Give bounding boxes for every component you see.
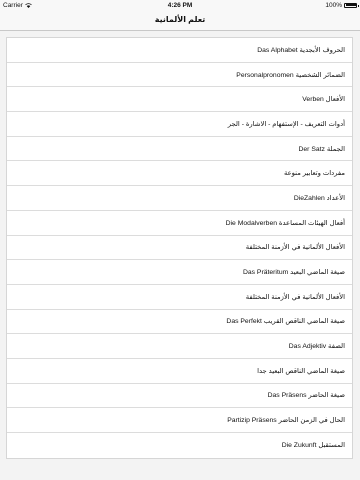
lesson-label: صيغة الماضي البعيد Das Präteritum xyxy=(242,269,345,277)
lesson-label: صيغة الماضي الناقص البعيد جدا xyxy=(257,367,345,375)
lesson-label: أفعال الهيئات المساعدة Die Modalverben xyxy=(225,219,345,227)
lesson-list: الحروف الأبجدية Das Alphabet الضمائر الشخ… xyxy=(6,37,353,459)
lesson-label: صيغة الماضي الناقص القريب Das Perfekt xyxy=(226,318,345,326)
lesson-label: الضمائر الشخصية Personalpronomen xyxy=(236,71,345,79)
lesson-row[interactable]: صيغة الماضي الناقص البعيد جدا xyxy=(7,359,352,384)
battery-percent: 100% xyxy=(325,1,342,9)
lesson-label: المستقبل Die Zukunft xyxy=(281,442,345,450)
lesson-row[interactable]: الصفة Das Adjektiv xyxy=(7,334,352,359)
lesson-label: أدوات التعريف - الإستفهام - الاشارة - ال… xyxy=(227,120,345,128)
lesson-label: الأفعال الألمانية في الأزمنة المختلفة xyxy=(245,244,345,252)
lesson-label: الأعداد DieZahlen xyxy=(293,194,345,202)
app-screen: Carrier 4:26 PM 100% تعلم الألمانية الحر… xyxy=(0,0,360,480)
page-title: تعلم الألمانية xyxy=(154,15,206,24)
lesson-row[interactable]: صيغة الماضي البعيد Das Präteritum xyxy=(7,260,352,285)
navigation-bar: تعلم الألمانية xyxy=(0,11,360,31)
status-right: 100% xyxy=(325,1,359,9)
lesson-row[interactable]: أدوات التعريف - الإستفهام - الاشارة - ال… xyxy=(7,112,352,137)
lesson-label: الحال في الزمن الحاضر Partizip Präsens xyxy=(227,417,345,425)
lesson-label: الأفعال Verben xyxy=(302,96,345,104)
status-bar: Carrier 4:26 PM 100% xyxy=(0,0,360,11)
lesson-row[interactable]: الضمائر الشخصية Personalpronomen xyxy=(7,63,352,88)
lesson-row[interactable]: صيغة الحاضر Das Präsens xyxy=(7,384,352,409)
lesson-row[interactable]: الأفعال الألمانية في الأزمنة المختلفة xyxy=(7,285,352,310)
lesson-row[interactable]: الحروف الأبجدية Das Alphabet xyxy=(7,38,352,63)
lesson-label: صيغة الحاضر Das Präsens xyxy=(267,392,345,400)
lesson-row[interactable]: الحال في الزمن الحاضر Partizip Präsens xyxy=(7,408,352,433)
lesson-label: الحروف الأبجدية Das Alphabet xyxy=(257,46,345,54)
status-time: 4:26 PM xyxy=(167,1,193,9)
lesson-row[interactable]: المستقبل Die Zukunft xyxy=(7,433,352,458)
lesson-row[interactable]: الأعداد DieZahlen xyxy=(7,186,352,211)
lesson-label: مفردات وتعابير منوعة xyxy=(283,170,345,178)
lesson-row[interactable]: صيغة الماضي الناقص القريب Das Perfekt xyxy=(7,310,352,335)
lesson-row[interactable]: الأفعال الألمانية في الأزمنة المختلفة xyxy=(7,236,352,261)
lesson-row[interactable]: مفردات وتعابير منوعة xyxy=(7,161,352,187)
battery-fill xyxy=(345,4,356,6)
lesson-label: الجملة Der Satz xyxy=(298,145,345,153)
lesson-row[interactable]: الأفعال Verben xyxy=(7,87,352,113)
lesson-label: الصفة Das Adjektiv xyxy=(288,343,345,351)
lesson-row[interactable]: الجملة Der Satz xyxy=(7,137,352,162)
battery-icon xyxy=(344,2,359,8)
lesson-label: الأفعال الألمانية في الأزمنة المختلفة xyxy=(245,293,345,301)
lesson-row[interactable]: أفعال الهيئات المساعدة Die Modalverben xyxy=(7,211,352,236)
